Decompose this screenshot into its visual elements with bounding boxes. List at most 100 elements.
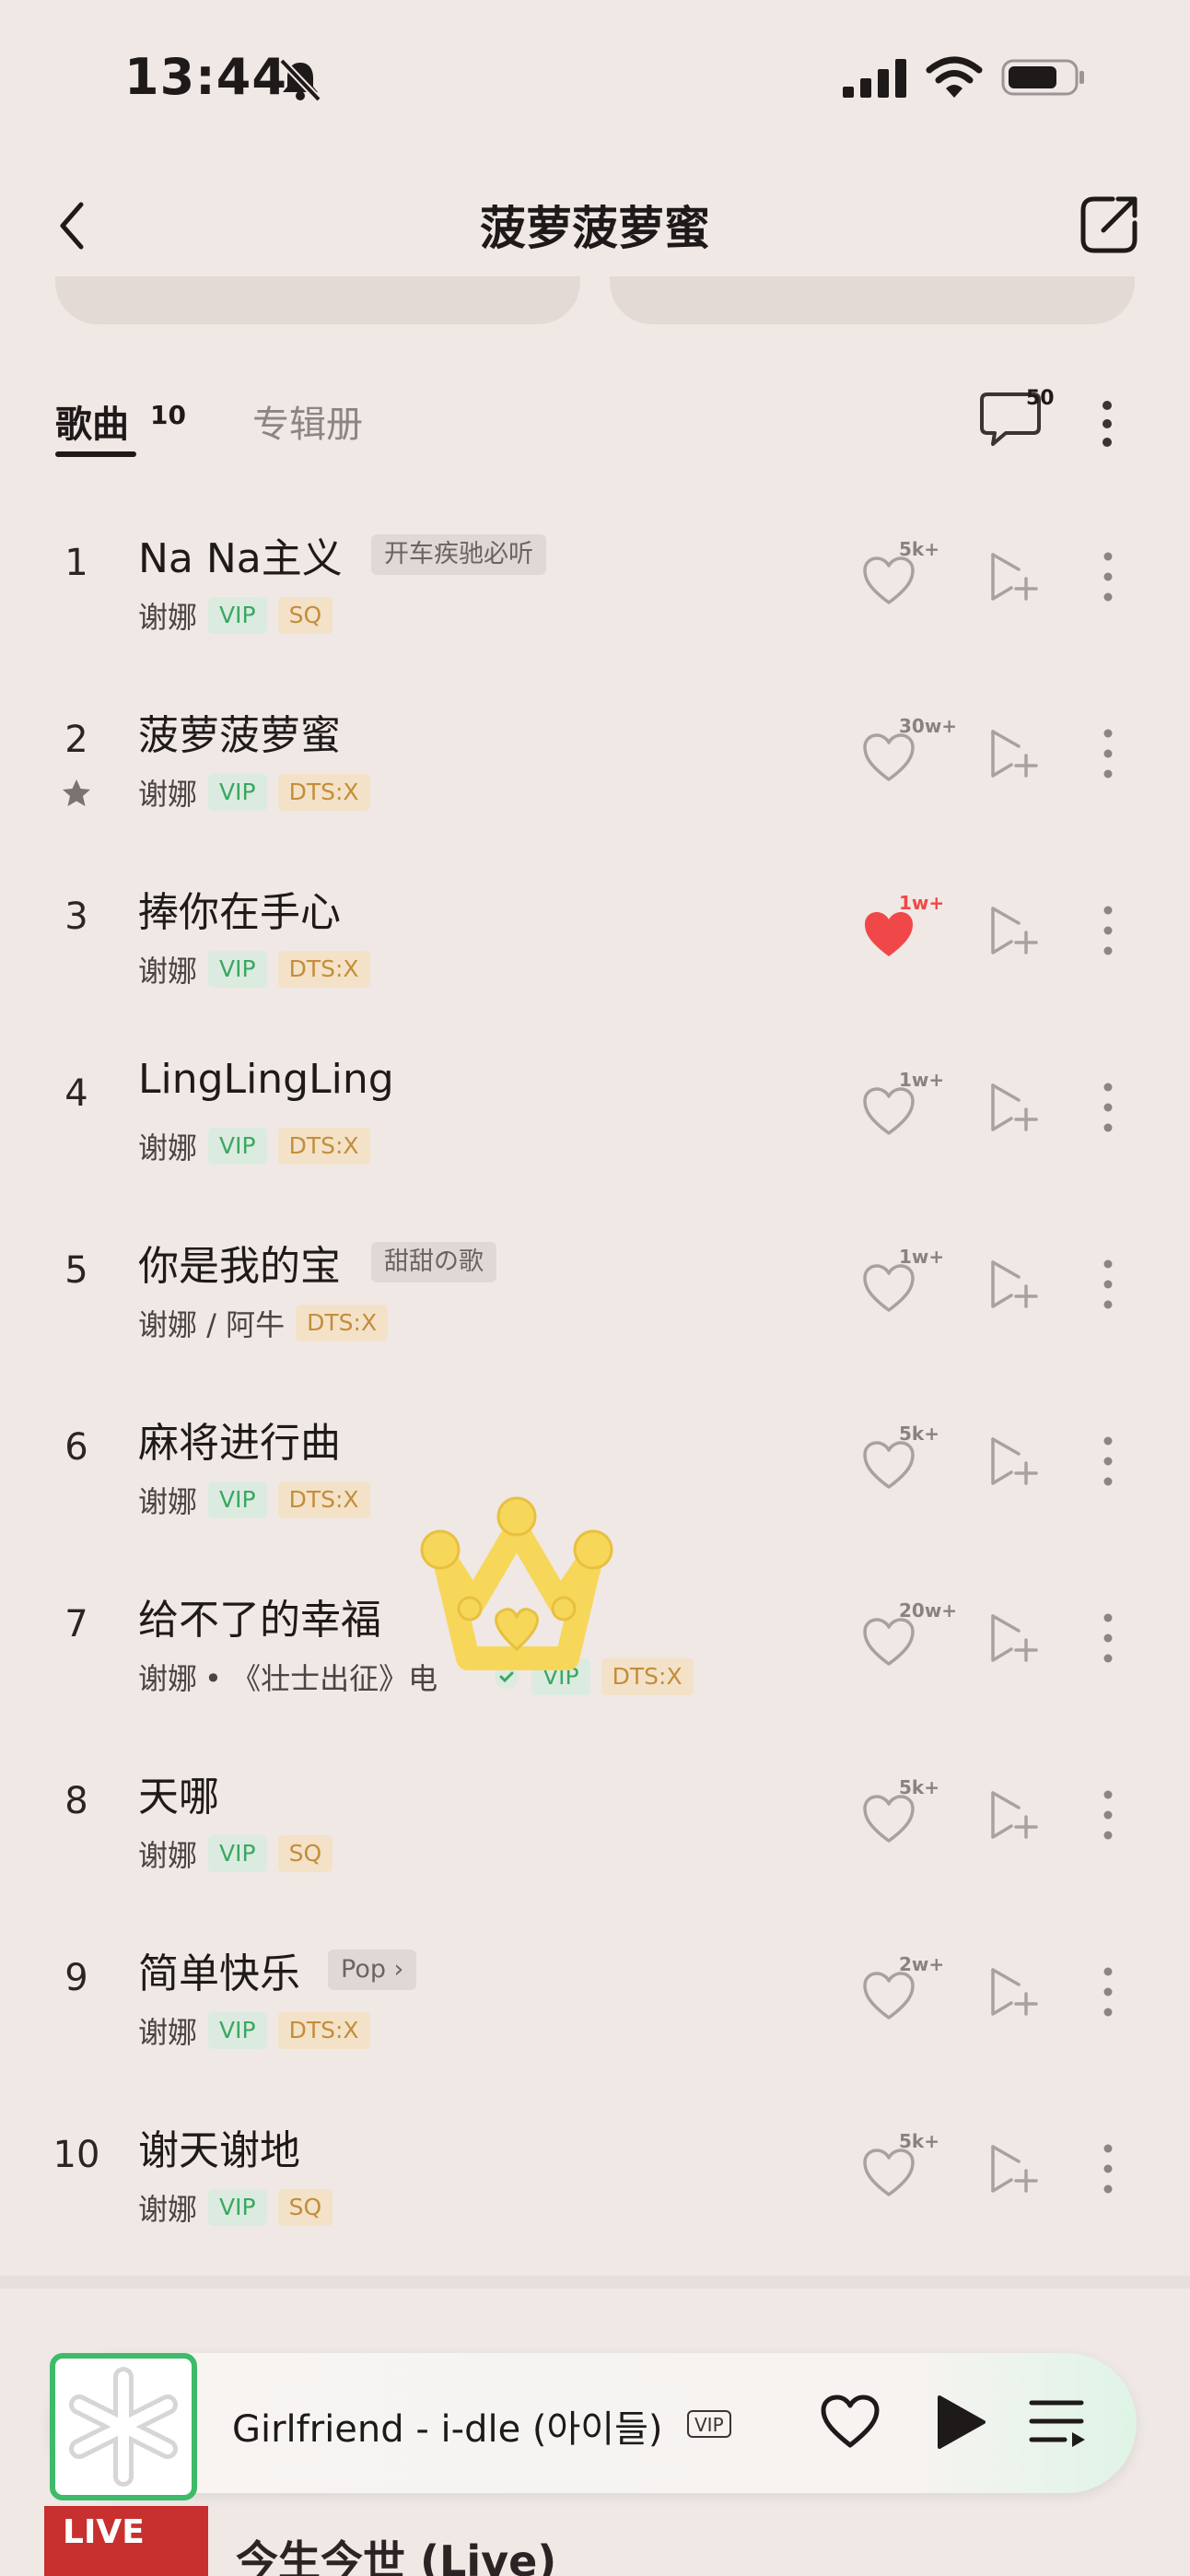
tab-bar: 歌曲 10 专辑册 50 [0, 378, 1190, 470]
song-tag[interactable]: Pop › [328, 1950, 417, 1990]
signal-icon [843, 59, 906, 98]
tab-albums[interactable]: 专辑册 [252, 394, 363, 448]
song-row[interactable]: 4 LingLingLing 谢娜 VIP DTS:X 1w+ [0, 1019, 1190, 1196]
song-meta: 谢娜 / 阿牛 DTS:X [138, 1303, 389, 1343]
song-meta: 谢娜 VIP DTS:X [138, 1126, 370, 1166]
song-meta: 谢娜 VIP DTS:X [138, 772, 370, 813]
song-artist: 谢娜 [138, 2015, 198, 2050]
like-count: 20w+ [899, 1599, 958, 1622]
quality-badge: DTS:X [277, 951, 370, 988]
quality-badge: SQ [277, 597, 333, 634]
add-to-playlist-icon[interactable] [987, 2143, 1039, 2195]
playlist-icon[interactable] [1028, 2395, 1089, 2451]
heart-icon[interactable] [861, 555, 916, 606]
share-icon[interactable] [1076, 192, 1142, 258]
add-to-playlist-icon[interactable] [987, 1612, 1039, 1664]
more-icon[interactable] [1094, 1432, 1122, 1491]
more-icon[interactable] [1094, 1255, 1122, 1314]
vip-badge: VIP [208, 2189, 267, 2226]
more-icon[interactable] [1094, 724, 1122, 783]
recommend-cover[interactable]: LIVE [44, 2506, 208, 2576]
heart-icon[interactable] [861, 2147, 916, 2198]
song-meta: 谢娜 VIP SQ [138, 1833, 333, 1874]
like-count: 2w+ [899, 1953, 945, 1975]
song-artist: 谢娜 [138, 600, 198, 635]
heart-icon[interactable] [861, 1262, 916, 1314]
song-number: 4 [64, 1072, 88, 1115]
collect-button[interactable] [55, 276, 580, 324]
more-icon[interactable] [1094, 1609, 1122, 1668]
player-cover[interactable] [50, 2353, 197, 2500]
song-row[interactable]: 9 简单快乐 Pop › 谢娜 VIP DTS:X 2w+ [0, 1903, 1190, 2080]
tab-songs-count: 10 [150, 400, 186, 430]
quality-badge: DTS:X [277, 774, 370, 811]
add-to-playlist-icon[interactable] [987, 1082, 1039, 1133]
song-row[interactable]: 2 菠萝菠萝蜜 谢娜 VIP DTS:X 30w+ [0, 665, 1190, 842]
song-number: 3 [64, 896, 88, 938]
tab-underline [55, 451, 136, 457]
add-to-playlist-icon[interactable] [987, 728, 1039, 779]
more-icon[interactable] [1094, 1962, 1122, 2021]
heart-icon[interactable] [861, 1439, 916, 1491]
more-icon[interactable] [1094, 1078, 1122, 1137]
more-icon[interactable] [1094, 1786, 1122, 1844]
add-to-playlist-icon[interactable] [987, 905, 1039, 956]
song-row[interactable]: 5 你是我的宝 甜甜の歌 谢娜 / 阿牛 DTS:X 1w+ [0, 1196, 1190, 1373]
heart-filled-icon[interactable] [861, 908, 916, 960]
add-to-playlist-icon[interactable] [987, 551, 1039, 603]
like-count: 30w+ [899, 715, 958, 737]
add-to-playlist-icon[interactable] [987, 1789, 1039, 1841]
crown-sticker [420, 1496, 613, 1670]
add-to-playlist-icon[interactable] [987, 1435, 1039, 1487]
add-to-playlist-icon[interactable] [987, 1966, 1039, 2018]
song-artist: 谢娜 [138, 954, 198, 989]
recommend-song-title[interactable]: 今生今世 (Live) [236, 2528, 556, 2576]
song-meta: 谢娜 VIP SQ [138, 2187, 333, 2228]
song-number: 6 [64, 1426, 88, 1469]
heart-icon[interactable] [861, 1085, 916, 1137]
song-artist: 谢娜 / 阿牛 [138, 1307, 286, 1342]
quality-badge: DTS:X [277, 1128, 370, 1165]
like-count: 5k+ [899, 1423, 939, 1445]
heart-icon[interactable] [861, 1616, 916, 1668]
bell-muted-icon [279, 58, 321, 101]
quality-badge: DTS:X [277, 1481, 370, 1518]
more-icon[interactable] [1094, 901, 1122, 960]
heart-icon[interactable] [820, 2394, 881, 2449]
player-vip-badge: VIP [687, 2410, 731, 2438]
song-title: 菠萝菠萝蜜 [138, 712, 341, 759]
song-artist: 谢娜 [138, 2192, 198, 2227]
song-number: 8 [64, 1780, 88, 1822]
heart-icon[interactable] [861, 732, 916, 783]
status-time: 13:44 [124, 48, 287, 106]
song-row[interactable]: 10 谢天谢地 谢娜 VIP SQ 5k+ [0, 2080, 1190, 2257]
more-icon[interactable] [1094, 2139, 1122, 2198]
player-song-title: Girlfriend - i-dle (아이들) [232, 2408, 663, 2451]
tab-songs[interactable]: 歌曲 [55, 394, 129, 448]
play-icon[interactable] [932, 2392, 987, 2453]
add-to-playlist-icon[interactable] [987, 1259, 1039, 1310]
status-bar: 13:44 [0, 0, 1190, 157]
mini-player[interactable]: Girlfriend - i-dle (아이들) VIP [50, 2353, 1137, 2500]
vip-badge: VIP [208, 2012, 267, 2049]
song-title: LingLingLing [138, 1056, 394, 1103]
song-artist: 谢娜 [138, 1838, 198, 1873]
song-row[interactable]: 8 天哪 谢娜 VIP SQ 5k+ [0, 1727, 1190, 1903]
song-row[interactable]: 3 捧你在手心 谢娜 VIP DTS:X 1w+ [0, 842, 1190, 1019]
song-tag[interactable]: 开车疾驰必听 [371, 534, 546, 575]
more-icon[interactable] [1094, 547, 1122, 606]
heart-icon[interactable] [861, 1970, 916, 2021]
song-number: 1 [64, 542, 88, 584]
play-all-button[interactable] [610, 276, 1135, 324]
song-tag[interactable]: 甜甜の歌 [371, 1242, 496, 1282]
song-artist: 谢娜 [138, 1661, 198, 1696]
vip-badge: VIP [208, 1481, 267, 1518]
heart-icon[interactable] [861, 1793, 916, 1844]
comment-count: 50 [1026, 387, 1055, 410]
song-row[interactable]: 1 Na Na主义 开车疾驰必听 谢娜 VIP SQ 5k+ [0, 488, 1190, 665]
more-icon[interactable] [1089, 396, 1126, 451]
song-meta: 谢娜 VIP DTS:X [138, 949, 370, 989]
song-number: 5 [64, 1249, 88, 1292]
quality-badge: DTS:X [277, 2012, 370, 2049]
song-number: 10 [52, 2134, 100, 2176]
